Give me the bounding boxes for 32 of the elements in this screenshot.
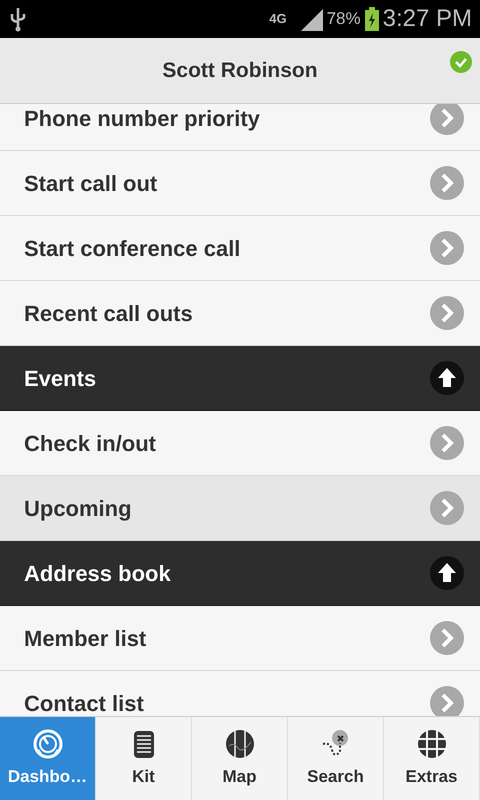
chevron-right-icon: [430, 491, 464, 525]
chevron-right-icon: [430, 231, 464, 265]
map-icon: [224, 728, 256, 760]
menu-item-label: Upcoming: [24, 494, 133, 523]
menu-item-label: Recent call outs: [24, 300, 194, 328]
menu-item-label: Member list: [24, 624, 148, 652]
menu-item-label: Phone number priority: [24, 104, 261, 133]
chevron-right-icon: [430, 166, 464, 200]
section-title: Address book: [24, 560, 172, 588]
battery-charging-icon: [364, 7, 379, 31]
network-type: 4G: [269, 10, 287, 28]
battery-percent: 78%: [326, 8, 361, 30]
chevron-right-icon: [430, 296, 464, 330]
user-name: Scott Robinson: [162, 58, 318, 84]
usb-icon: [8, 6, 28, 32]
clock: 3:27 PM: [382, 4, 472, 34]
menu-item-label: Check in/out: [24, 430, 158, 458]
chevron-right-icon: [430, 104, 464, 135]
menu-item-label: Start conference call: [24, 234, 242, 262]
menu-item-label: Contact list: [24, 690, 145, 716]
menu-item[interactable]: Phone number priority: [0, 104, 480, 151]
chevron-right-icon: [430, 426, 464, 460]
section-header[interactable]: Address book: [0, 541, 480, 606]
chevron-right-icon: [430, 621, 464, 655]
menu-item-label: Start call out: [24, 170, 158, 198]
menu-item[interactable]: Upcoming: [0, 476, 480, 541]
grid-icon: [416, 728, 448, 760]
section-header[interactable]: Events: [0, 346, 480, 411]
signal-icon: [298, 7, 325, 31]
gauge-icon: [32, 728, 64, 760]
nav-tab[interactable]: Dashbo…: [0, 717, 96, 800]
section-title: Events: [24, 364, 98, 392]
